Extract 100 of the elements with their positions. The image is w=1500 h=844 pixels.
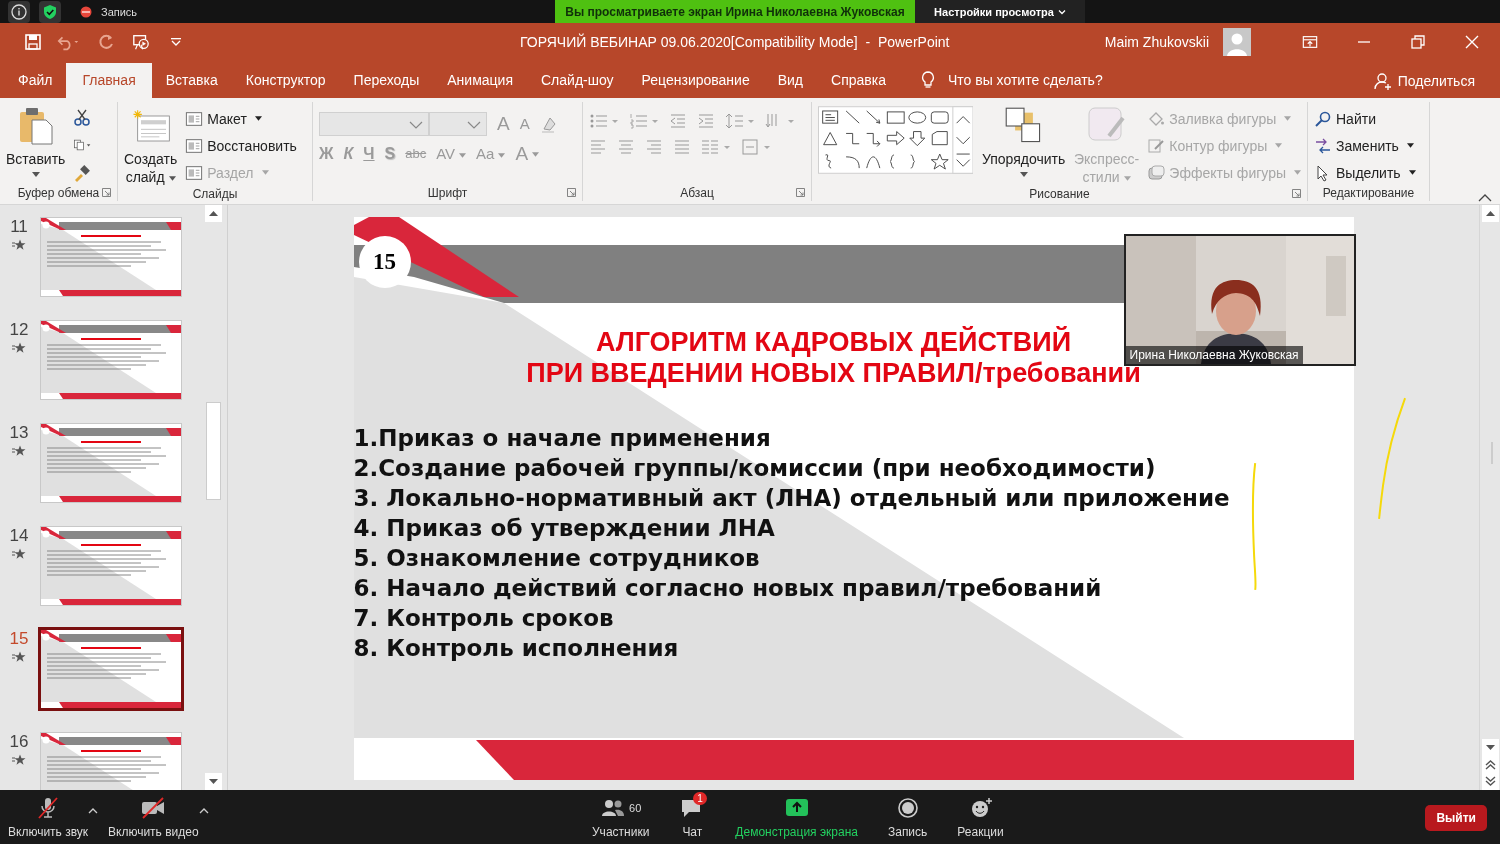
ribbon-button[interactable]: Выделить <box>1314 162 1416 183</box>
group-label: Шрифт <box>427 186 468 200</box>
caret-icon <box>1294 170 1301 175</box>
ribbon-button[interactable]: Макет <box>185 108 297 129</box>
group-label: Буфер обмена <box>17 186 100 200</box>
caret-icon <box>168 175 176 181</box>
scrollbar-thumb[interactable] <box>206 402 221 500</box>
ribbon-button[interactable]: Найти <box>1314 108 1416 129</box>
shape-gallery[interactable] <box>818 104 974 176</box>
window-title: ГОРЯЧИЙ ВЕБИНАР 09.06.2020[Compatibility Mode] - PowerPoint <box>520 33 951 50</box>
caret-icon <box>1406 143 1414 148</box>
layout-icon <box>185 163 204 182</box>
slide-number: 15 <box>9 629 29 649</box>
new-slide-button[interactable]: Создать слайд <box>124 102 178 186</box>
info-icon[interactable] <box>8 0 30 23</box>
share-button[interactable]: Поделиться <box>1373 63 1475 98</box>
slide-number: 12 <box>9 320 29 340</box>
list-item: 7. Контроль сроков <box>353 604 614 633</box>
toolbar-button[interactable]: Запись <box>887 795 928 839</box>
toolbar-button[interactable]: Реакции <box>957 795 1004 839</box>
slide-thumbnail[interactable] <box>38 627 184 711</box>
caret-icon[interactable] <box>88 807 99 814</box>
paste-button[interactable]: Вставить <box>6 102 66 177</box>
list-item: 5. Ознакомление сотрудников <box>353 544 760 573</box>
pencil-icon <box>1147 136 1166 155</box>
list-item: 2.Создание рабочей группы/комиссии (при необходимости) <box>353 454 1156 483</box>
effects-icon <box>1147 163 1166 182</box>
collapse-ribbon-icon[interactable] <box>1478 194 1492 202</box>
next-slide-icon[interactable] <box>1481 773 1499 790</box>
list-item: 1.Приказ о начале применения <box>353 424 771 453</box>
animation-star-icon <box>12 342 26 354</box>
toolbar-button[interactable]: 60 Участники <box>592 795 650 839</box>
shield-icon[interactable] <box>39 0 61 23</box>
format-painter-icon[interactable] <box>73 164 92 182</box>
caret-icon <box>498 152 506 158</box>
ribbon-tab[interactable]: Главная <box>66 63 152 98</box>
scroll-up-button[interactable] <box>1481 205 1499 222</box>
caret-icon <box>261 170 269 175</box>
ribbon-display-icon[interactable] <box>1302 33 1318 50</box>
cut-icon[interactable] <box>73 108 92 126</box>
muted-microphone-icon <box>35 795 61 820</box>
ribbon-tab[interactable]: Вставка <box>151 63 232 98</box>
font-size-field[interactable] <box>429 112 487 136</box>
list-item: 6. Начало действий согласно новых правил/требований <box>353 574 1102 603</box>
slide-title: АЛГОРИТМ КАДРОВЫХ ДЕЙСТВИЙ <box>595 327 1072 358</box>
toolbar-button[interactable]: Демонстрация экрана <box>735 795 858 839</box>
list-item: 4. Приказ об утверждении ЛНА <box>353 514 775 543</box>
ribbon-tab[interactable]: Вид <box>763 63 817 98</box>
caret-icon <box>1275 143 1283 148</box>
customize-icon[interactable] <box>170 36 182 47</box>
scroll-up-button[interactable] <box>205 205 222 222</box>
ribbon-button[interactable]: Восстановить <box>185 135 297 156</box>
chevron-icon <box>409 121 423 129</box>
dialog-launcher-icon[interactable] <box>796 188 805 197</box>
replace-icon <box>1314 136 1332 155</box>
ribbon-button[interactable]: Заменить <box>1314 135 1416 156</box>
list-item: 3. Локально-нормативный акт (ЛНА) отдельный или приложение <box>353 484 1230 513</box>
dialog-launcher-icon[interactable] <box>102 188 111 197</box>
view-options-button[interactable]: Настройки просмотра <box>915 0 1085 23</box>
video-off-icon <box>140 795 167 820</box>
add-person-icon <box>1373 71 1392 90</box>
caret-icon <box>31 172 40 177</box>
scroll-down-button[interactable] <box>1481 739 1499 756</box>
ribbon-tab[interactable]: Слайд-шоу <box>527 63 628 98</box>
arrange-button[interactable]: Упорядочить <box>981 102 1066 177</box>
tell-me-field[interactable]: Что вы хотите сделать? <box>947 63 1103 98</box>
dialog-launcher-icon[interactable] <box>1292 189 1301 198</box>
restore-icon[interactable] <box>1410 33 1426 50</box>
participant-count: 60 <box>629 801 642 814</box>
slideshow-icon[interactable] <box>132 32 150 51</box>
font-name-field[interactable] <box>319 112 429 136</box>
slide-number: 16 <box>9 732 29 752</box>
ribbon-tab[interactable]: Анимация <box>433 63 527 98</box>
dialog-launcher-icon[interactable] <box>567 188 576 197</box>
bullets-icon[interactable] <box>589 112 619 130</box>
ribbon-tab[interactable]: Переходы <box>339 63 434 98</box>
leave-button[interactable]: Выйти <box>1425 805 1487 831</box>
ribbon-tab[interactable]: Файл <box>4 63 67 98</box>
animation-star-icon <box>12 548 26 560</box>
animation-star-icon <box>12 651 26 663</box>
avatar-icon[interactable] <box>1223 27 1251 56</box>
group-label: Редактирование <box>1322 186 1415 200</box>
caret-icon <box>1123 175 1131 181</box>
toolbar-button[interactable]: Включить видео <box>108 795 199 839</box>
caret-icon <box>1284 116 1292 121</box>
caret-icon <box>254 116 262 121</box>
slide-number: 11 <box>10 217 28 237</box>
ribbon-tab[interactable]: Конструктор <box>231 63 340 98</box>
ribbon-tab[interactable]: Справка <box>817 63 900 98</box>
layout-icon <box>185 136 204 155</box>
scroll-down-button[interactable] <box>205 773 222 790</box>
save-icon[interactable] <box>24 32 42 51</box>
ribbon-tab[interactable]: Рецензирование <box>627 63 764 98</box>
caret-icon[interactable] <box>198 807 209 814</box>
caret-icon <box>1057 8 1066 15</box>
line-spacing-icon[interactable] <box>725 112 755 130</box>
animation-star-icon <box>12 239 26 251</box>
lightbulb-icon <box>919 70 936 90</box>
toolbar-button[interactable]: Включить звук <box>8 795 89 839</box>
close-icon[interactable] <box>1464 33 1480 50</box>
